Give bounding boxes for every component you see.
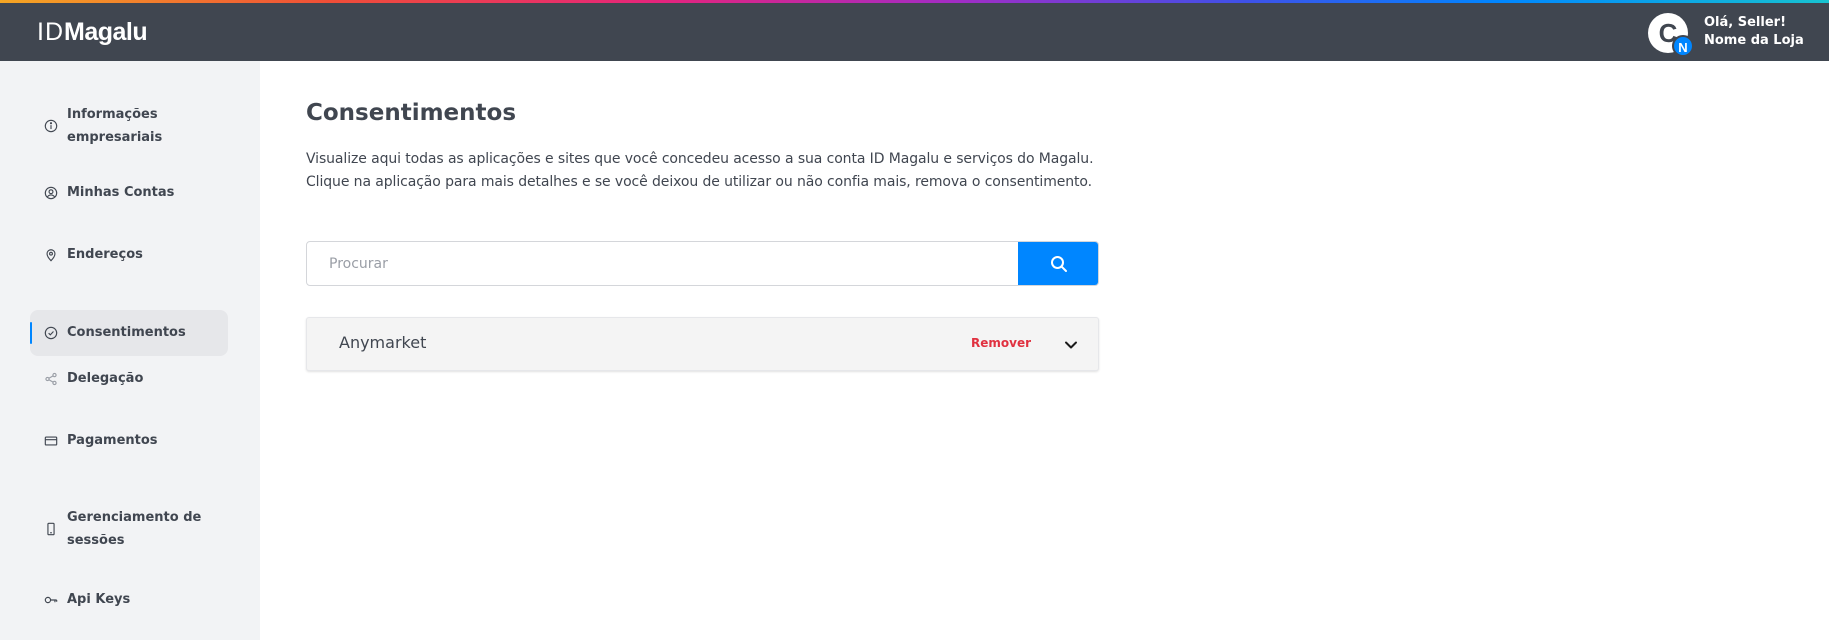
sidebar-item-delegacao[interactable]: Delegação — [30, 364, 228, 394]
page-description: Visualize aqui todas as aplicações e sit… — [306, 148, 1094, 194]
mobile-icon — [43, 521, 59, 537]
map-pin-icon — [43, 247, 59, 263]
sidebar-item-label: Consentimentos — [67, 325, 186, 340]
sidebar-item-minhas-contas[interactable]: Minhas Contas — [30, 178, 228, 208]
info-icon — [43, 118, 59, 134]
sidebar-item-sessoes[interactable]: Gerenciamento de sessões — [30, 504, 228, 554]
search-input[interactable] — [307, 242, 1019, 285]
logo-brand: Magalu — [64, 18, 148, 46]
sidebar-item-label: Delegação — [67, 371, 144, 386]
sidebar-item-informacoes[interactable]: Informações empresariais — [30, 101, 228, 151]
consent-item[interactable]: Anymarket Remover — [306, 317, 1099, 371]
consent-app-name: Anymarket — [339, 333, 427, 352]
check-circle-icon — [43, 325, 59, 341]
user-greeting[interactable]: Olá, Seller! Nome da Loja — [1704, 14, 1804, 50]
key-icon — [43, 592, 59, 608]
search-icon — [1050, 255, 1067, 272]
search-button[interactable] — [1018, 242, 1098, 285]
top-bar: IDMagalu C N Olá, Seller! Nome da Loja — [0, 0, 1829, 61]
chevron-down-icon[interactable] — [1062, 336, 1080, 354]
sidebar-item-consentimentos[interactable]: Consentimentos — [30, 310, 228, 356]
avatar-badge: N — [1672, 35, 1694, 57]
sidebar-item-label: Minhas Contas — [67, 185, 175, 200]
credit-card-icon — [43, 433, 59, 449]
avatar[interactable]: C N — [1648, 13, 1694, 57]
user-circle-icon — [43, 185, 59, 201]
page-title: Consentimentos — [306, 100, 517, 126]
sidebar-item-label: Gerenciamento de sessões — [67, 510, 202, 548]
description-line-1: Visualize aqui todas as aplicações e sit… — [306, 151, 1094, 167]
sidebar-item-label: Informações empresariais — [67, 107, 163, 145]
rainbow-stripe — [0, 0, 1829, 3]
sidebar-item-label: Pagamentos — [67, 433, 158, 448]
sidebar-item-api-keys[interactable]: Api Keys — [30, 585, 228, 615]
logo[interactable]: IDMagalu — [37, 17, 148, 47]
logo-id: ID — [37, 18, 64, 46]
sidebar: Informações empresariais Minhas Contas E… — [0, 61, 260, 640]
sidebar-item-pagamentos[interactable]: Pagamentos — [30, 426, 228, 456]
sidebar-item-label: Endereços — [67, 247, 143, 262]
sidebar-item-label: Api Keys — [67, 592, 131, 607]
share-icon — [43, 371, 59, 387]
search-bar — [306, 241, 1099, 286]
description-line-2: Clique na aplicação para mais detalhes e… — [306, 174, 1092, 190]
sidebar-item-enderecos[interactable]: Endereços — [30, 240, 228, 270]
store-name: Nome da Loja — [1704, 33, 1804, 48]
greeting-text: Olá, Seller! — [1704, 15, 1786, 30]
remove-consent-button[interactable]: Remover — [971, 336, 1031, 350]
